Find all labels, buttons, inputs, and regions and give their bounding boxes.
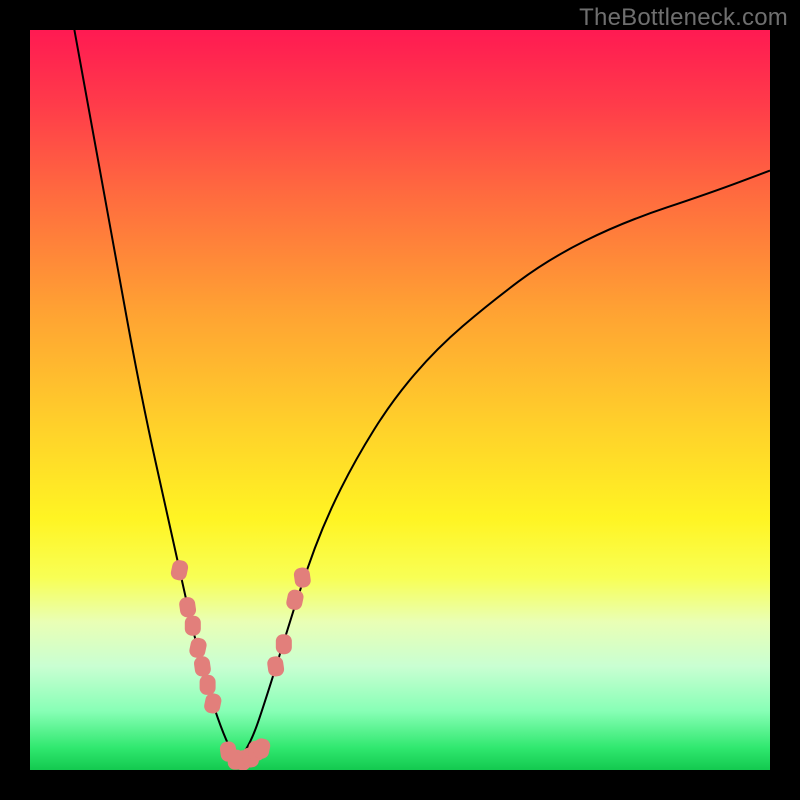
curve-right-branch — [237, 171, 770, 763]
data-marker — [185, 616, 201, 636]
chart-frame: TheBottleneck.com — [0, 0, 800, 800]
data-marker — [285, 588, 305, 611]
data-marker — [266, 655, 285, 677]
data-marker — [178, 596, 197, 618]
curve-left-branch — [74, 30, 237, 763]
data-marker — [200, 675, 216, 695]
data-marker — [193, 655, 212, 677]
data-marker — [293, 567, 312, 589]
data-marker — [188, 636, 208, 659]
curve-layer — [30, 30, 770, 770]
data-marker — [170, 559, 190, 582]
data-marker — [276, 634, 292, 654]
data-marker — [203, 692, 223, 715]
plot-area — [30, 30, 770, 770]
watermark-text: TheBottleneck.com — [579, 4, 788, 32]
